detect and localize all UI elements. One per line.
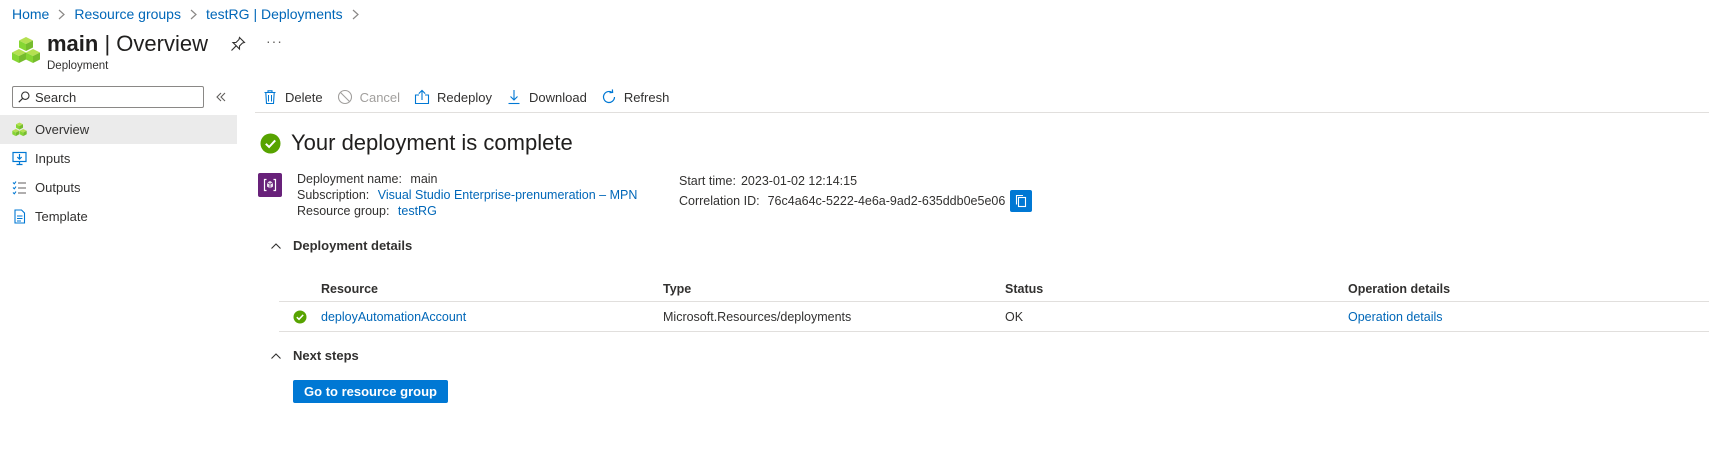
breadcrumb-testrg-deployments[interactable]: testRG | Deployments bbox=[206, 6, 343, 22]
overview-icon bbox=[12, 122, 27, 137]
sidebar-item-overview[interactable]: Overview bbox=[0, 115, 237, 144]
correlation-id-value: 76c4a64c-5222-4e6a-9ad2-635ddb0e5e06 bbox=[767, 194, 1006, 208]
correlation-id-row: Correlation ID: 76c4a64c-5222-4e6a-9ad2-… bbox=[679, 190, 1033, 212]
trash-icon bbox=[264, 90, 276, 105]
subscription-link[interactable]: Visual Studio Enterprise-prenumeration –… bbox=[378, 188, 638, 202]
pin-icon[interactable] bbox=[230, 36, 246, 52]
breadcrumb-home[interactable]: Home bbox=[12, 6, 49, 22]
table-row: deployAutomationAccount Microsoft.Resour… bbox=[279, 302, 1709, 332]
deployment-status: Your deployment is complete bbox=[260, 130, 573, 156]
column-header-resource: Resource bbox=[321, 281, 378, 296]
delete-button[interactable]: Delete bbox=[262, 89, 323, 105]
next-steps-toggle[interactable]: Next steps bbox=[268, 348, 359, 363]
deployment-details-toggle[interactable]: Deployment details bbox=[268, 238, 412, 253]
start-time-value: 2023-01-02 12:14:15 bbox=[740, 173, 858, 188]
deployment-template-icon bbox=[258, 173, 282, 197]
column-header-type: Type bbox=[663, 281, 692, 296]
chevron-up-icon bbox=[271, 242, 281, 249]
command-bar: Delete Cancel Redeploy Download Refresh bbox=[262, 86, 683, 108]
inputs-icon bbox=[12, 151, 27, 166]
resource-status: OK bbox=[1005, 309, 1024, 324]
deployment-name-row: Deployment name: main bbox=[297, 172, 438, 186]
deployment-details-heading: Deployment details bbox=[293, 238, 413, 253]
upload-icon bbox=[414, 89, 430, 105]
next-steps-heading: Next steps bbox=[293, 348, 359, 363]
success-check-icon bbox=[260, 133, 281, 153]
deployment-info-left: Deployment name: main Subscription: Visu… bbox=[297, 171, 637, 219]
refresh-button[interactable]: Refresh bbox=[601, 89, 669, 105]
chevron-right-icon bbox=[351, 9, 360, 20]
start-time-row: Start time: 2023-01-02 12:14:15 bbox=[679, 173, 858, 188]
outputs-icon bbox=[12, 180, 27, 195]
sidebar-item-label: Template bbox=[35, 209, 88, 224]
go-to-resource-group-button[interactable]: Go to resource group bbox=[293, 380, 448, 403]
row-success-icon bbox=[293, 302, 307, 331]
breadcrumb: Home Resource groups testRG | Deployment… bbox=[12, 4, 368, 24]
breadcrumb-resource-groups[interactable]: Resource groups bbox=[74, 6, 181, 22]
deployment-details-table: Resource Type Status Operation details d… bbox=[279, 276, 1709, 332]
deployment-info-right: Start time: 2023-01-02 12:14:15 Correlat… bbox=[679, 171, 1033, 212]
subscription-row: Subscription: Visual Studio Enterprise-p… bbox=[297, 188, 638, 202]
refresh-icon bbox=[602, 89, 615, 104]
toolbar-divider bbox=[255, 112, 1709, 113]
resource-group-link[interactable]: testRG bbox=[398, 204, 437, 218]
sidebar-nav: Overview Inputs Outputs Template bbox=[0, 115, 237, 231]
sidebar-item-label: Overview bbox=[35, 122, 90, 137]
sidebar-item-label: Inputs bbox=[35, 151, 71, 166]
sidebar-item-inputs[interactable]: Inputs bbox=[0, 144, 237, 173]
search-input[interactable] bbox=[35, 89, 195, 105]
page-header: main | Overview ··· Deployment bbox=[12, 30, 283, 72]
cancel-button[interactable]: Cancel bbox=[337, 89, 400, 105]
resource-group-row: Resource group: testRG bbox=[297, 204, 437, 218]
more-options-icon[interactable]: ··· bbox=[266, 33, 283, 49]
search-box[interactable] bbox=[12, 86, 204, 108]
template-icon bbox=[12, 209, 27, 224]
copy-to-clipboard-button[interactable] bbox=[1010, 190, 1033, 212]
sidebar-item-template[interactable]: Template bbox=[0, 202, 237, 231]
chevron-right-icon bbox=[57, 9, 66, 20]
column-header-status: Status bbox=[1005, 281, 1044, 296]
cancel-icon bbox=[337, 89, 352, 105]
download-button[interactable]: Download bbox=[506, 89, 587, 105]
chevron-right-icon bbox=[189, 9, 198, 20]
column-header-operation-details: Operation details bbox=[1348, 281, 1451, 296]
chevron-up-icon bbox=[271, 352, 281, 359]
operation-details-link[interactable]: Operation details bbox=[1348, 302, 1443, 331]
sidebar-item-outputs[interactable]: Outputs bbox=[0, 173, 237, 202]
table-header: Resource Type Status Operation details bbox=[279, 276, 1709, 302]
resource-type: Microsoft.Resources/deployments bbox=[663, 309, 852, 324]
deployment-name-value: main bbox=[410, 172, 438, 186]
page-subtitle: Deployment bbox=[47, 60, 109, 72]
redeploy-button[interactable]: Redeploy bbox=[414, 89, 492, 105]
status-title: Your deployment is complete bbox=[291, 130, 573, 155]
download-icon bbox=[508, 90, 520, 105]
sidebar-item-label: Outputs bbox=[35, 180, 81, 195]
page-title: main | Overview bbox=[47, 31, 208, 56]
copy-icon bbox=[1016, 194, 1027, 208]
resource-link[interactable]: deployAutomationAccount bbox=[321, 302, 466, 331]
search-icon bbox=[18, 91, 30, 103]
deployment-cubes-icon bbox=[12, 37, 40, 63]
collapse-sidebar-icon[interactable] bbox=[214, 90, 228, 104]
